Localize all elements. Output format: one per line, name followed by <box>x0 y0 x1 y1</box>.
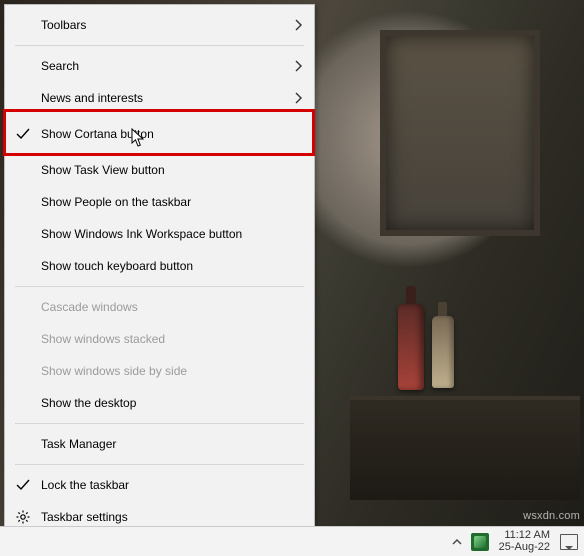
menu-item-show-ink-workspace[interactable]: Show Windows Ink Workspace button <box>5 218 314 250</box>
menu-item-label: Show touch keyboard button <box>41 259 193 273</box>
menu-item-show-people[interactable]: Show People on the taskbar <box>5 186 314 218</box>
menu-item-show-cortana[interactable]: Show Cortana button <box>5 114 314 154</box>
menu-item-label: Search <box>41 59 79 73</box>
menu-item-show-desktop[interactable]: Show the desktop <box>5 387 314 419</box>
desk-bottle-decor <box>432 316 454 388</box>
menu-separator <box>15 286 304 287</box>
menu-item-show-touch-keyboard[interactable]: Show touch keyboard button <box>5 250 314 282</box>
wall-frame-decor <box>380 30 540 236</box>
clock-date: 25-Aug-22 <box>499 542 550 554</box>
menu-separator <box>15 423 304 424</box>
menu-item-toolbars[interactable]: Toolbars <box>5 9 314 41</box>
taskbar[interactable]: 11:12 AM 25-Aug-22 <box>0 526 584 556</box>
menu-item-label: Show People on the taskbar <box>41 195 191 209</box>
chevron-right-icon <box>295 92 302 104</box>
menu-item-label: Toolbars <box>41 18 86 32</box>
gear-icon <box>15 509 31 525</box>
menu-item-label: Show Cortana button <box>41 127 154 141</box>
menu-item-label: Cascade windows <box>41 300 138 314</box>
checkmark-icon <box>15 126 31 142</box>
menu-item-label: News and interests <box>41 91 143 105</box>
menu-item-label: Taskbar settings <box>41 510 128 524</box>
menu-item-label: Show Windows Ink Workspace button <box>41 227 242 241</box>
menu-item-task-manager[interactable]: Task Manager <box>5 428 314 460</box>
checkmark-icon <box>15 477 31 493</box>
menu-item-stacked-windows: Show windows stacked <box>5 323 314 355</box>
clock-time: 11:12 AM <box>504 530 550 542</box>
menu-item-label: Show windows stacked <box>41 332 165 346</box>
menu-separator <box>15 464 304 465</box>
menu-separator <box>15 45 304 46</box>
menu-item-label: Show Task View button <box>41 163 165 177</box>
chevron-right-icon <box>295 19 302 31</box>
watermark-text: wsxdn.com <box>523 510 580 522</box>
menu-item-news-interests[interactable]: News and interests <box>5 82 314 114</box>
taskbar-context-menu: Toolbars Search News and interests Show … <box>4 4 315 538</box>
menu-item-label: Lock the taskbar <box>41 478 129 492</box>
menu-item-side-by-side: Show windows side by side <box>5 355 314 387</box>
menu-item-label: Show windows side by side <box>41 364 187 378</box>
taskbar-clock[interactable]: 11:12 AM 25-Aug-22 <box>497 530 552 553</box>
desktop-wallpaper: wsxdn.com Toolbars Search News and inter… <box>0 0 584 556</box>
tray-app-icon[interactable] <box>471 533 489 551</box>
menu-item-lock-taskbar[interactable]: Lock the taskbar <box>5 469 314 501</box>
system-tray: 11:12 AM 25-Aug-22 <box>451 527 584 556</box>
tray-overflow-icon[interactable] <box>451 536 463 548</box>
desk-bottle-decor <box>398 304 424 390</box>
menu-item-label: Task Manager <box>41 437 116 451</box>
menu-item-show-task-view[interactable]: Show Task View button <box>5 154 314 186</box>
action-center-icon[interactable] <box>560 533 578 551</box>
desk-shelf-decor <box>350 396 580 500</box>
menu-item-search[interactable]: Search <box>5 50 314 82</box>
chevron-right-icon <box>295 60 302 72</box>
menu-item-label: Show the desktop <box>41 396 136 410</box>
menu-item-cascade-windows: Cascade windows <box>5 291 314 323</box>
